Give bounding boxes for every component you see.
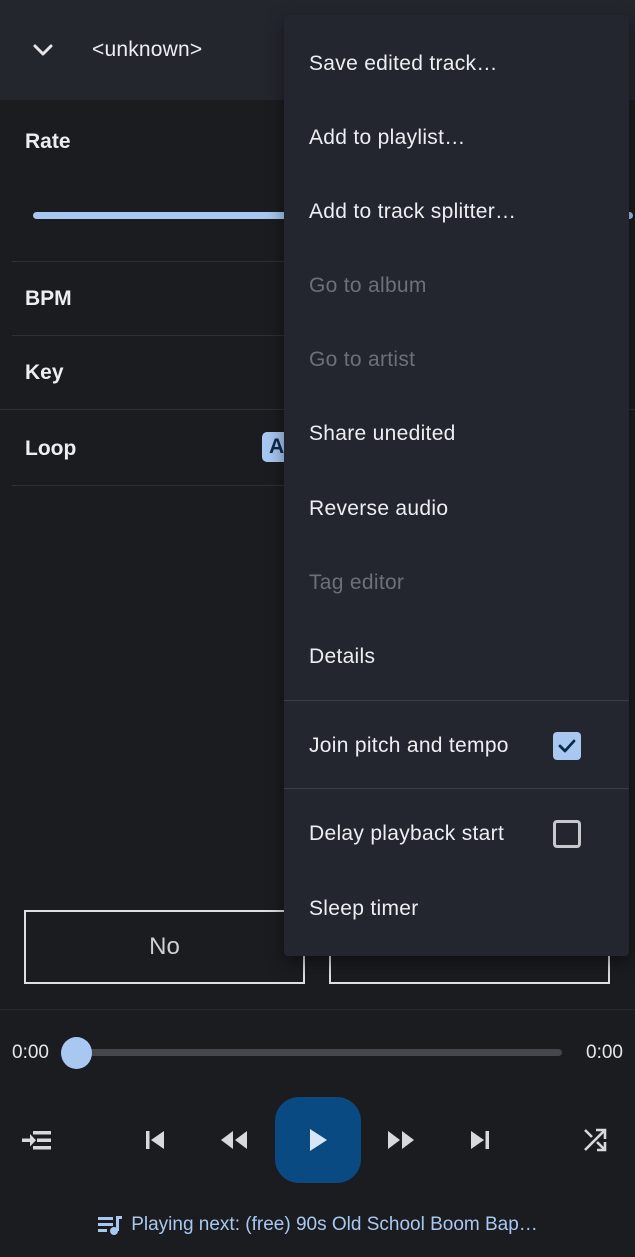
skip-previous-button[interactable] <box>135 1120 175 1160</box>
fast-forward-button[interactable] <box>381 1120 421 1160</box>
delay-playback-checkbox[interactable] <box>553 820 581 848</box>
menu-item-share-unedited[interactable]: Share unedited <box>284 397 629 471</box>
divider <box>0 1009 635 1010</box>
seek-bar[interactable] <box>76 1049 562 1056</box>
shuffle-icon <box>584 1128 607 1152</box>
key-label: Key <box>25 361 64 384</box>
play-button[interactable] <box>275 1097 361 1183</box>
menu-item-go-to-album: Go to album <box>309 274 427 297</box>
menu-item-save-edited-track[interactable]: Save edited track… <box>284 27 629 101</box>
player-screen: <unknown> Rate BPM Key Loop A Enjoyi No … <box>0 0 635 1257</box>
add-to-queue-icon <box>22 1131 51 1150</box>
skip-next-button[interactable] <box>460 1120 500 1160</box>
menu-item-add-to-track-splitter[interactable]: Add to track splitter… <box>284 175 629 249</box>
menu-item-add-to-playlist[interactable]: Add to playlist… <box>284 101 629 175</box>
play-icon <box>310 1129 327 1151</box>
join-pitch-tempo-checkbox[interactable] <box>553 732 581 760</box>
queue-music-icon <box>98 1216 123 1235</box>
menu-item-delay-playback-start[interactable]: Delay playback start <box>284 797 629 871</box>
join-pitch-tempo-label: Join pitch and tempo <box>309 734 509 757</box>
collapse-button[interactable] <box>23 30 63 70</box>
playing-next-label: Playing next: (free) 90s Old School Boom… <box>131 1214 538 1235</box>
menu-item-join-pitch-and-tempo[interactable]: Join pitch and tempo <box>284 709 629 783</box>
rate-label: Rate <box>25 130 71 153</box>
chevron-down-icon <box>33 44 53 56</box>
playing-next[interactable]: Playing next: (free) 90s Old School Boom… <box>0 1214 635 1236</box>
checkmark-icon <box>558 739 576 753</box>
menu-divider <box>284 788 629 789</box>
rewind-button[interactable] <box>214 1120 254 1160</box>
seek-thumb[interactable] <box>61 1037 92 1069</box>
fast-forward-icon <box>388 1131 414 1149</box>
no-button[interactable]: No <box>24 910 305 984</box>
overflow-menu: Save edited track… Add to playlist… Add … <box>284 15 629 956</box>
menu-item-tag-editor: Tag editor <box>309 571 405 594</box>
loop-label: Loop <box>25 437 77 460</box>
track-title: <unknown> <box>92 38 203 61</box>
duration-time: 0:00 <box>586 1042 623 1063</box>
rewind-icon <box>221 1131 247 1149</box>
shuffle-button[interactable] <box>575 1120 615 1160</box>
menu-divider <box>284 700 629 701</box>
add-to-queue-button[interactable] <box>16 1120 56 1160</box>
skip-next-icon <box>471 1131 489 1149</box>
elapsed-time: 0:00 <box>12 1042 49 1063</box>
bpm-label: BPM <box>25 287 72 310</box>
menu-item-go-to-artist: Go to artist <box>309 348 416 371</box>
skip-previous-icon <box>146 1131 164 1149</box>
menu-item-reverse-audio[interactable]: Reverse audio <box>284 472 629 546</box>
menu-item-sleep-timer[interactable]: Sleep timer <box>284 872 629 946</box>
menu-item-details[interactable]: Details <box>284 620 629 694</box>
delay-playback-label: Delay playback start <box>309 822 505 845</box>
